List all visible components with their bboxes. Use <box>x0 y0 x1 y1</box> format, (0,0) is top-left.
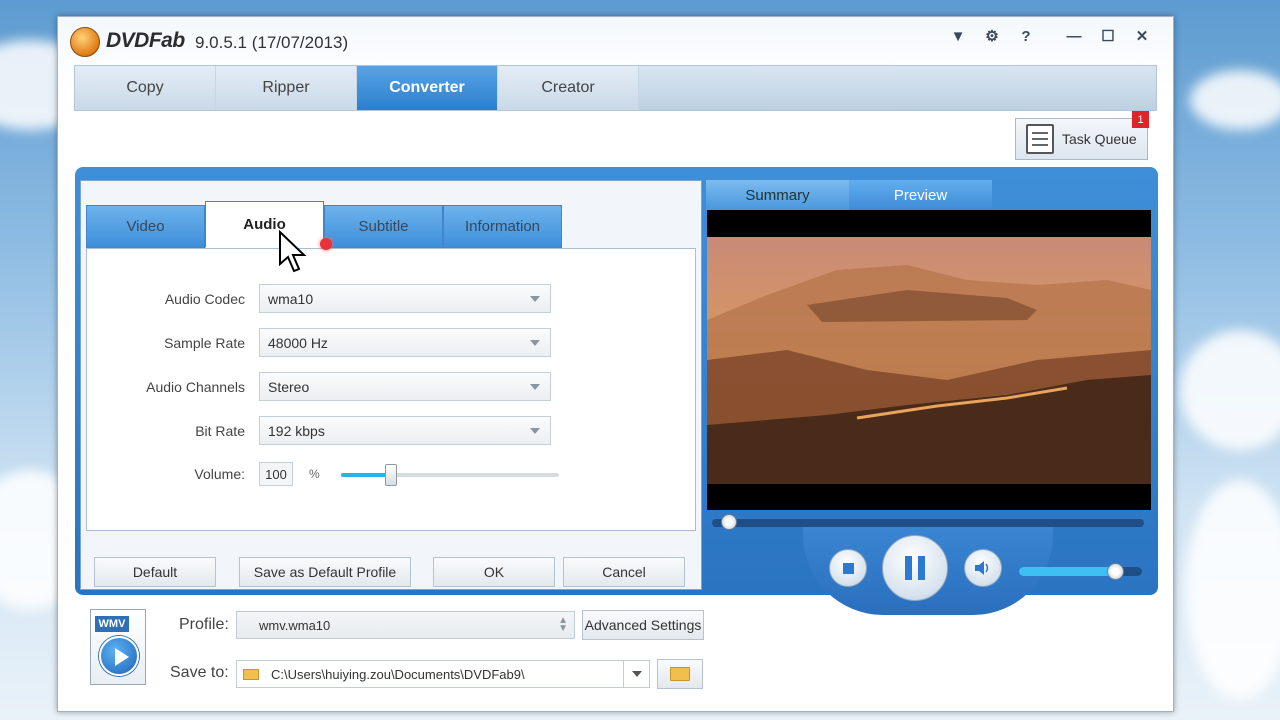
tab-copy[interactable]: Copy <box>75 66 216 110</box>
save-to-field[interactable]: C:\Users\huiying.zou\Documents\DVDFab9\ <box>236 660 650 688</box>
open-folder-icon <box>670 667 690 681</box>
tab-converter[interactable]: Converter <box>357 66 498 110</box>
stop-icon <box>842 562 854 574</box>
task-queue-label: Task Queue <box>1062 131 1137 147</box>
task-queue-button[interactable]: Task Queue 1 <box>1015 111 1149 160</box>
save-to-path: C:\Users\huiying.zou\Documents\DVDFab9\ <box>271 666 525 682</box>
cloud-decoration <box>1185 480 1280 700</box>
tab-information[interactable]: Information <box>443 205 562 248</box>
folder-icon <box>243 668 259 680</box>
volume-slider[interactable] <box>341 464 559 486</box>
seek-bar[interactable] <box>712 514 1144 530</box>
dvdfab-logo-icon <box>70 27 100 57</box>
task-list-icon <box>1026 124 1054 154</box>
dropdown-icon[interactable]: ▼ <box>941 25 975 47</box>
volume-row: Volume: 100 % <box>87 462 567 486</box>
video-preview <box>707 210 1151 510</box>
save-to-dropdown[interactable] <box>623 661 649 687</box>
preview-tab-bar: Summary Preview <box>706 180 992 210</box>
app-version: 9.0.5.1 (17/07/2013) <box>195 33 349 52</box>
app-logo-text: DVDFab <box>106 29 185 52</box>
seek-thumb[interactable] <box>720 514 737 530</box>
pause-icon <box>905 556 925 580</box>
audio-settings-panel: Audio Codec wma10 Sample Rate 48000 Hz A… <box>86 248 696 531</box>
browse-folder-button[interactable] <box>657 659 703 689</box>
gear-icon[interactable]: ⚙ <box>975 25 1009 47</box>
cloud-decoration <box>1190 70 1280 130</box>
profile-select[interactable]: wmv.wma10 ▲ ▼ <box>236 611 575 639</box>
tab-video[interactable]: Video <box>86 205 205 248</box>
cursor-click-indicator <box>320 238 332 250</box>
bit-rate-label: Bit Rate <box>195 422 245 439</box>
sample-rate-label: Sample Rate <box>164 334 245 351</box>
bit-rate-row: Bit Rate 192 kbps <box>87 416 551 445</box>
volume-slider-thumb[interactable] <box>385 464 398 486</box>
preview-volume-thumb[interactable] <box>1106 563 1124 580</box>
cloud-decoration <box>1180 330 1280 450</box>
main-tab-bar: Copy Ripper Converter Creator <box>74 65 1157 111</box>
tab-preview[interactable]: Preview <box>849 180 992 210</box>
audio-channels-row: Audio Channels Stereo <box>87 372 551 401</box>
speaker-icon <box>975 561 989 575</box>
tab-ripper[interactable]: Ripper <box>216 66 357 110</box>
mouse-cursor-icon <box>279 230 307 273</box>
chevron-down-icon <box>631 671 642 677</box>
volume-unit: % <box>309 467 320 481</box>
sample-rate-value: 48000 Hz <box>268 334 328 351</box>
audio-channels-select[interactable]: Stereo <box>259 372 551 401</box>
mute-button[interactable] <box>964 549 1002 587</box>
audio-codec-row: Audio Codec wma10 <box>87 284 551 313</box>
volume-slider-fill <box>341 473 392 477</box>
stop-button[interactable] <box>829 549 867 587</box>
tab-subtitle[interactable]: Subtitle <box>324 205 443 248</box>
format-label: WMV <box>95 616 129 632</box>
audio-channels-label: Audio Channels <box>146 378 245 395</box>
audio-settings-dialog: Video Audio Subtitle Information Audio C… <box>80 180 702 590</box>
save-as-default-profile-button[interactable]: Save as Default Profile <box>239 557 411 587</box>
pause-button[interactable] <box>882 535 948 601</box>
preview-volume-slider[interactable] <box>1019 563 1142 580</box>
default-button[interactable]: Default <box>94 557 216 587</box>
close-icon[interactable]: ✕ <box>1125 25 1159 47</box>
ok-button[interactable]: OK <box>433 557 555 587</box>
audio-codec-value: wma10 <box>268 290 314 307</box>
chevron-down-icon <box>530 295 540 302</box>
sample-rate-row: Sample Rate 48000 Hz <box>87 328 551 357</box>
title-bar-controls: ▼ ⚙ ? — ☐ ✕ <box>941 25 1159 47</box>
chevron-down-icon <box>530 427 540 434</box>
cancel-button[interactable]: Cancel <box>563 557 685 587</box>
tab-creator[interactable]: Creator <box>498 66 639 110</box>
wmv-format-icon: WMV <box>90 609 146 685</box>
profile-label: Profile: <box>179 616 229 633</box>
audio-codec-label: Audio Codec <box>164 290 245 307</box>
bit-rate-select[interactable]: 192 kbps <box>259 416 551 445</box>
help-icon[interactable]: ? <box>1009 25 1043 47</box>
audio-channels-value: Stereo <box>268 378 310 395</box>
main-window: DVDFab 9.0.5.1 (17/07/2013) ▼ ⚙ ? — ☐ ✕ … <box>57 16 1174 712</box>
maximize-icon[interactable]: ☐ <box>1091 25 1125 47</box>
updown-arrows-icon: ▲ ▼ <box>558 615 568 634</box>
save-to-label: Save to: <box>170 664 229 681</box>
chevron-down-icon <box>530 383 540 390</box>
chevron-down-icon <box>530 339 540 346</box>
profile-value: wmv.wma10 <box>259 617 331 633</box>
advanced-settings-button[interactable]: Advanced Settings <box>582 610 704 640</box>
play-icon <box>99 636 139 676</box>
sample-rate-select[interactable]: 48000 Hz <box>259 328 551 357</box>
preview-volume-fill <box>1019 567 1115 576</box>
bit-rate-value: 192 kbps <box>268 422 325 439</box>
minimize-icon[interactable]: — <box>1057 25 1091 47</box>
task-queue-count-badge: 1 <box>1132 111 1149 128</box>
volume-input[interactable]: 100 <box>259 462 293 486</box>
audio-codec-select[interactable]: wma10 <box>259 284 551 313</box>
volume-label: Volume: <box>194 466 245 482</box>
video-frame-image <box>707 210 1151 510</box>
tab-summary[interactable]: Summary <box>706 180 849 210</box>
